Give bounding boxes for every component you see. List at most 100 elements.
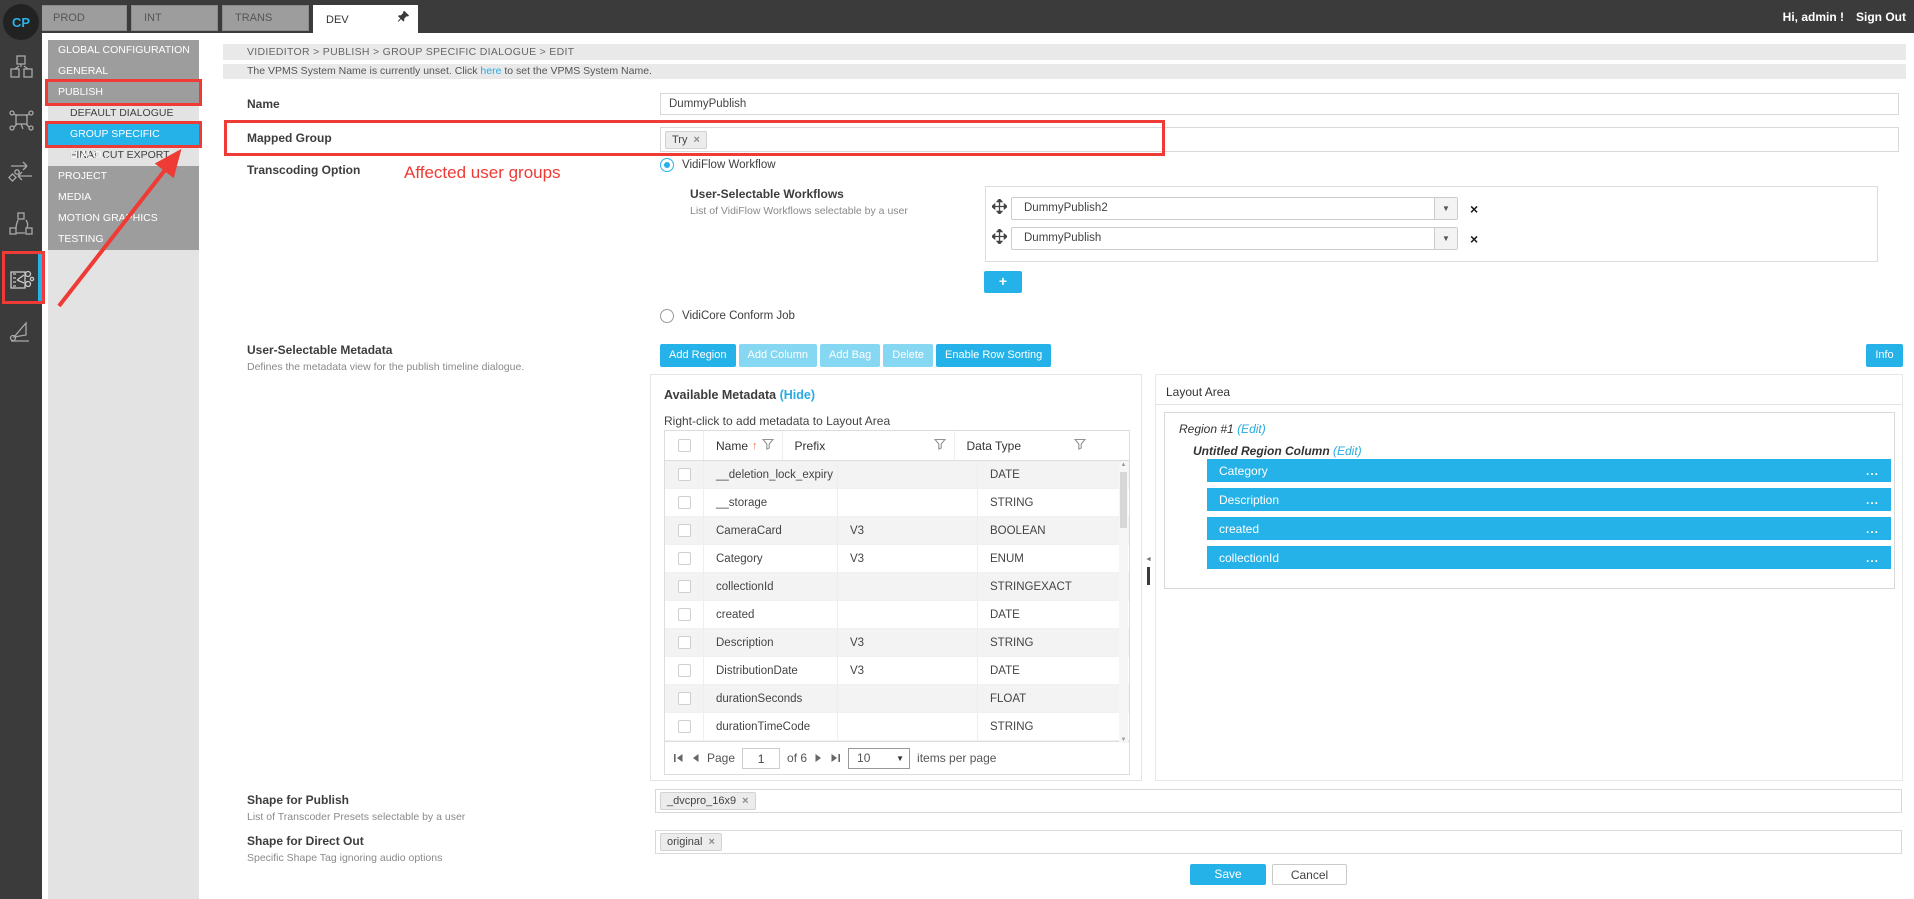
vidieditor-icon[interactable] — [8, 266, 35, 293]
sidebar-item[interactable]: PUBLISH — [48, 82, 199, 103]
sidebar-item[interactable]: DEFAULT DIALOGUE — [48, 103, 199, 124]
radio-vidicore-conform-job[interactable]: VidiCore Conform Job — [660, 309, 795, 323]
panel-splitter[interactable]: ◄ — [1144, 374, 1153, 781]
filter-funnel-icon[interactable] — [934, 438, 946, 453]
remove-tag-icon[interactable]: × — [742, 795, 748, 807]
assets-cubes-icon[interactable] — [8, 54, 35, 81]
select-all-checkbox[interactable] — [678, 439, 691, 452]
sign-out-link[interactable]: Sign Out — [1856, 10, 1906, 24]
remove-tag-icon[interactable]: × — [693, 134, 699, 146]
row-checkbox[interactable] — [678, 720, 691, 733]
env-tab[interactable]: PROD — [40, 5, 127, 31]
table-row[interactable]: durationTimeCode STRING — [665, 713, 1129, 741]
remove-workflow-icon[interactable]: × — [1470, 202, 1478, 216]
workflow-routing-icon[interactable] — [8, 158, 35, 185]
row-checkbox[interactable] — [678, 552, 691, 565]
layout-field-bar[interactable]: Description ... — [1207, 488, 1891, 511]
cancel-button[interactable]: Cancel — [1272, 864, 1347, 885]
row-checkbox[interactable] — [678, 664, 691, 677]
remove-tag-icon[interactable]: × — [708, 836, 714, 848]
more-options-icon[interactable]: ... — [1866, 554, 1879, 562]
prev-page-icon[interactable] — [691, 753, 700, 763]
splitter-grip[interactable] — [1147, 567, 1150, 585]
table-row[interactable]: Category V3 ENUM — [665, 545, 1129, 573]
table-row[interactable]: collectionId STRINGEXACT — [665, 573, 1129, 601]
sidebar-item[interactable]: MOTION GRAPHICS — [48, 208, 199, 229]
table-row[interactable]: __storage STRING — [665, 489, 1129, 517]
row-checkbox[interactable] — [678, 468, 691, 481]
drag-handle-icon[interactable] — [992, 229, 1007, 249]
table-row[interactable]: __deletion_lock_expiry DATE — [665, 461, 1129, 489]
workflow-dropdown[interactable]: DummyPublish ▼ — [1011, 227, 1458, 250]
env-tab[interactable]: TRANS — [222, 5, 309, 31]
column-edit-link[interactable]: (Edit) — [1333, 444, 1362, 458]
region-edit-link[interactable]: (Edit) — [1237, 422, 1266, 436]
row-checkbox[interactable] — [678, 608, 691, 621]
toolbar-button[interactable]: Enable Row Sorting — [936, 344, 1051, 367]
name-input[interactable]: DummyPublish — [660, 93, 1899, 115]
layout-field-bar[interactable]: Category ... — [1207, 459, 1891, 482]
row-checkbox[interactable] — [678, 496, 691, 509]
more-options-icon[interactable]: ... — [1866, 525, 1879, 533]
page-number-input[interactable]: 1 — [742, 748, 780, 769]
row-checkbox[interactable] — [678, 636, 691, 649]
table-row[interactable]: created DATE — [665, 601, 1129, 629]
table-row[interactable]: Description V3 STRING — [665, 629, 1129, 657]
collapse-left-icon[interactable]: ◄ — [1145, 556, 1152, 563]
scroll-up-icon[interactable]: ▲ — [1121, 462, 1127, 468]
info-button[interactable]: Info — [1866, 344, 1903, 367]
last-page-icon[interactable] — [830, 753, 841, 763]
hide-link[interactable]: (Hide) — [780, 388, 815, 402]
add-workflow-button[interactable]: + — [984, 271, 1022, 293]
network-config-icon[interactable] — [8, 107, 35, 134]
layout-field-bar[interactable]: created ... — [1207, 517, 1891, 540]
filter-funnel-icon[interactable] — [1074, 438, 1086, 453]
toolbar-button[interactable]: Add Column — [739, 344, 818, 367]
toolbar-button[interactable]: Delete — [883, 344, 933, 367]
sidebar-item[interactable]: GENERAL — [48, 61, 199, 82]
more-options-icon[interactable]: ... — [1866, 467, 1879, 475]
toolbar-button[interactable]: Add Region — [660, 344, 736, 367]
shape-for-direct-out-field[interactable]: original × — [655, 830, 1902, 854]
scroll-down-icon[interactable]: ▼ — [1121, 737, 1127, 743]
env-tab[interactable]: DEV — [313, 5, 418, 34]
chevron-down-icon[interactable]: ▼ — [1434, 198, 1457, 219]
items-per-page-select[interactable]: 10 ▼ — [848, 748, 910, 769]
lifecycle-icon[interactable] — [8, 211, 35, 238]
grid-scrollbar[interactable]: ▲ ▼ — [1119, 462, 1128, 743]
first-page-icon[interactable] — [673, 753, 684, 763]
drag-handle-icon[interactable] — [992, 199, 1007, 219]
avatar[interactable]: CP — [3, 4, 39, 40]
row-checkbox[interactable] — [678, 692, 691, 705]
mapped-group-field[interactable]: Try × — [660, 127, 1899, 152]
grid-column-header[interactable]: Name ↑ — [703, 431, 782, 460]
sidebar-item[interactable]: GROUP SPECIFIC DIALO... — [48, 124, 199, 145]
sidebar-item[interactable]: PROJECT — [48, 166, 199, 187]
shape-for-publish-field[interactable]: _dvcpro_16x9 × — [655, 789, 1902, 813]
radio-vidiflow-workflow[interactable]: VidiFlow Workflow — [660, 158, 776, 172]
scrollbar-thumb[interactable] — [1120, 472, 1127, 528]
here-link[interactable]: here — [480, 65, 501, 77]
save-button[interactable]: Save — [1190, 864, 1266, 885]
filter-funnel-icon[interactable] — [762, 438, 774, 453]
layout-field-bar[interactable]: collectionId ... — [1207, 546, 1891, 569]
available-metadata-panel: Available Metadata (Hide) Right-click to… — [650, 374, 1142, 781]
sidebar-item[interactable]: MEDIA — [48, 187, 199, 208]
vector-tools-icon[interactable] — [8, 317, 35, 344]
sidebar-item[interactable]: TESTING — [48, 229, 199, 250]
remove-workflow-icon[interactable]: × — [1470, 232, 1478, 246]
grid-column-header[interactable]: Data Type ↑ — [954, 431, 1094, 460]
table-row[interactable]: DistributionDate V3 DATE — [665, 657, 1129, 685]
table-row[interactable]: CameraCard V3 BOOLEAN — [665, 517, 1129, 545]
grid-column-header[interactable]: Prefix ↑ — [782, 431, 954, 460]
sidebar-item[interactable]: GLOBAL CONFIGURATION — [48, 40, 199, 61]
more-options-icon[interactable]: ... — [1866, 496, 1879, 504]
table-row[interactable]: durationSeconds FLOAT — [665, 685, 1129, 713]
chevron-down-icon[interactable]: ▼ — [1434, 228, 1457, 249]
toolbar-button[interactable]: Add Bag — [820, 344, 880, 367]
next-page-icon[interactable] — [814, 753, 823, 763]
row-checkbox[interactable] — [678, 580, 691, 593]
workflow-dropdown[interactable]: DummyPublish2 ▼ — [1011, 197, 1458, 220]
env-tab[interactable]: INT — [131, 5, 218, 31]
row-checkbox[interactable] — [678, 524, 691, 537]
